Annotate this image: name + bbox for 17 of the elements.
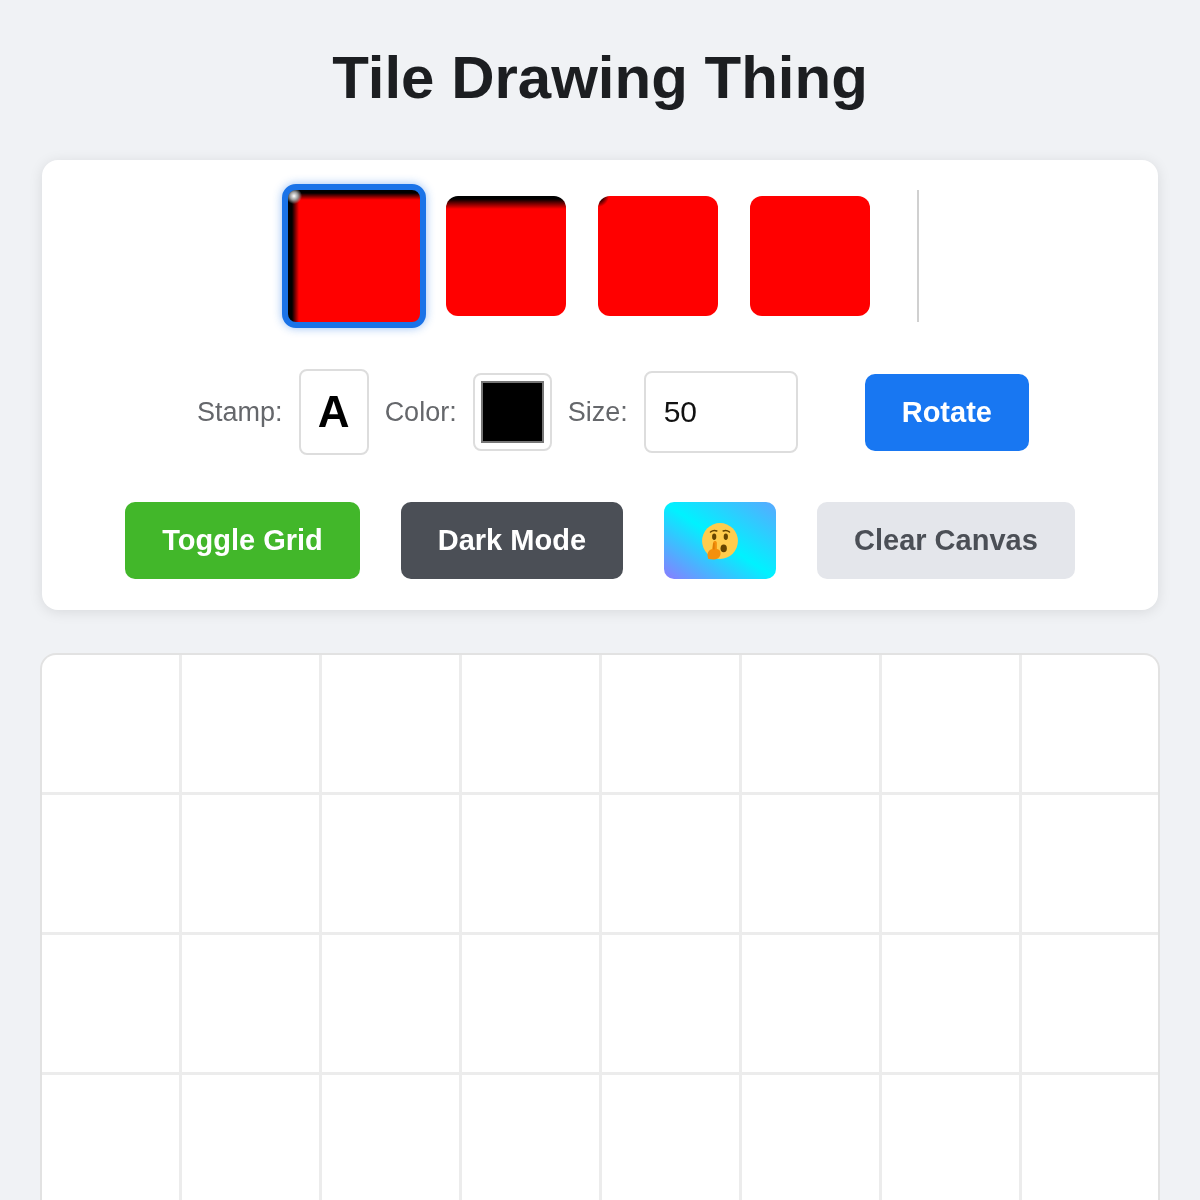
color-picker[interactable] xyxy=(472,373,552,451)
drawing-canvas[interactable] xyxy=(40,653,1160,1200)
tile-option[interactable] xyxy=(749,196,870,316)
emoji-button[interactable] xyxy=(664,502,776,579)
rotate-button[interactable]: Rotate xyxy=(864,373,1029,451)
tile-option[interactable] xyxy=(281,184,426,328)
color-label: Color: xyxy=(384,396,457,428)
shushing-face-icon xyxy=(701,521,739,560)
size-field[interactable]: 50 xyxy=(643,371,798,453)
size-label: Size: xyxy=(567,396,628,428)
dark-mode-button[interactable]: Dark Mode xyxy=(400,502,623,579)
stamp-label: Stamp: xyxy=(197,396,283,428)
tile-option[interactable] xyxy=(597,196,718,316)
stamp-field[interactable]: A xyxy=(298,369,369,455)
page-title: Tile Drawing Thing xyxy=(332,44,868,111)
tile-option[interactable] xyxy=(445,196,566,316)
clear-canvas-button[interactable]: Clear Canvas xyxy=(817,502,1075,579)
